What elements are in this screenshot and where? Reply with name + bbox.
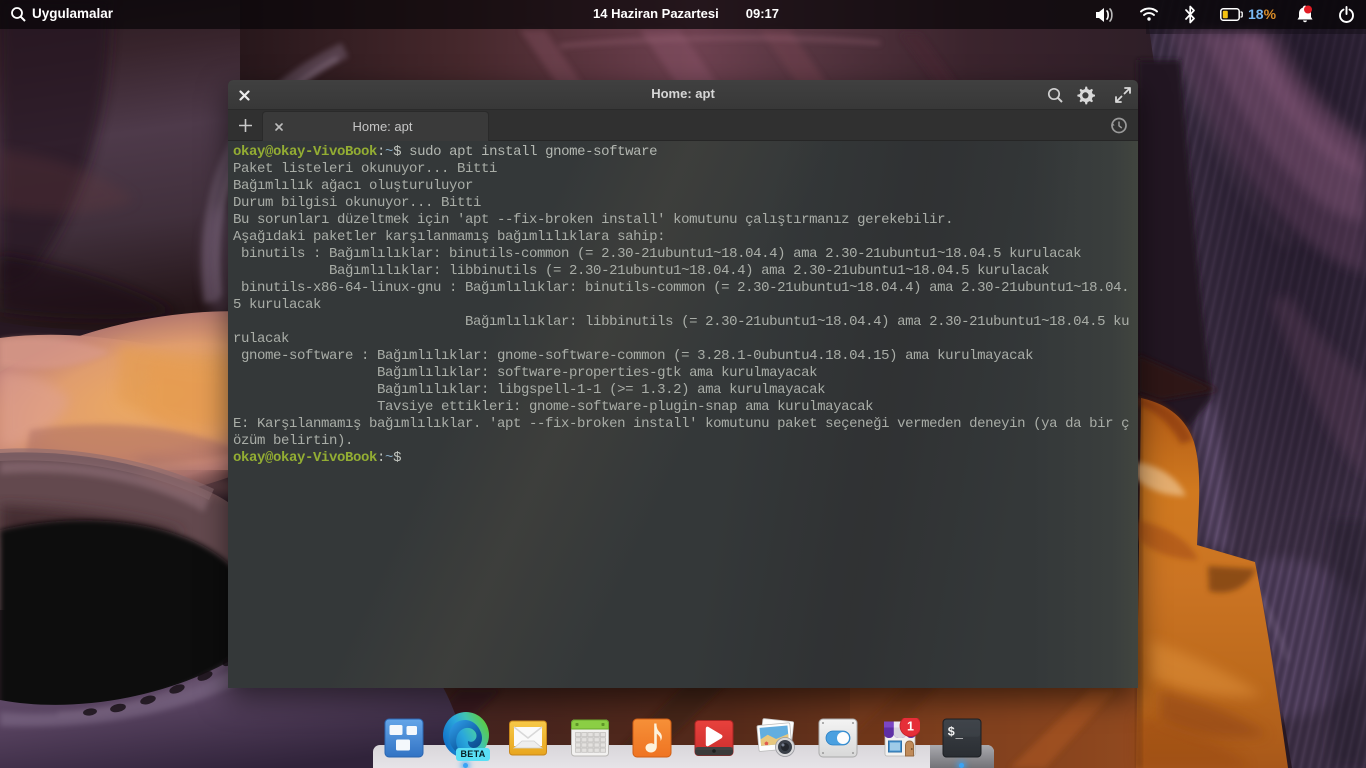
svg-text:_: _ [955,727,964,741]
svg-text:$: $ [948,726,956,740]
svg-text:1: 1 [907,719,914,733]
